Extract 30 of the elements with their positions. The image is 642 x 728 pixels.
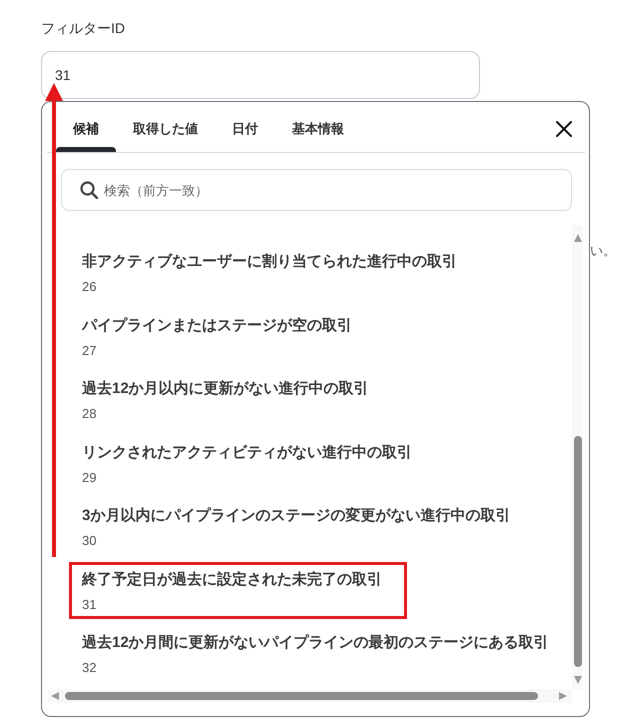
field-label: フィルターID [41, 19, 125, 38]
option-id: 26 [82, 278, 96, 296]
scroll-right-icon[interactable] [559, 692, 567, 700]
close-icon [556, 121, 572, 137]
search-icon [80, 181, 98, 199]
search-field[interactable]: 検索（前方一致） [61, 169, 572, 211]
tab[interactable]: 基本情報 [275, 102, 361, 152]
option-id: 32 [82, 659, 96, 677]
option-id: 28 [82, 405, 96, 423]
option-title[interactable]: 過去12か月以内に更新がない進行中の取引 [82, 378, 369, 400]
option-id: 31 [82, 596, 96, 614]
scroll-up-icon[interactable] [574, 234, 582, 242]
option-title[interactable]: リンクされたアクティビティがない進行中の取引 [82, 442, 412, 464]
background-text: い。 [590, 242, 616, 260]
option-id: 29 [82, 468, 96, 486]
option-id: 30 [82, 532, 96, 550]
scroll-left-icon[interactable] [51, 692, 59, 700]
scroll-down-icon[interactable] [574, 676, 582, 684]
option-id: 27 [82, 342, 96, 360]
option-title[interactable]: パイプラインまたはステージが空の取引 [82, 314, 352, 336]
filter-id-field[interactable]: 31 [41, 51, 480, 99]
option-title[interactable]: 過去12か月間に更新がないパイプラインの最初のステージにある取引 [82, 632, 549, 654]
option-title[interactable]: 非アクティブなユーザーに割り当てられた進行中の取引 [82, 251, 457, 273]
scrollbar-thumb[interactable] [65, 692, 538, 700]
tab[interactable]: 候補 [56, 102, 116, 152]
tab[interactable]: 取得した値 [116, 102, 215, 152]
tab[interactable]: 日付 [215, 102, 275, 152]
scrollbar-thumb[interactable] [574, 436, 582, 667]
option-title[interactable]: 終了予定日が過去に設定された未完了の取引 [82, 568, 382, 590]
option-title[interactable]: 3か月以内にパイプラインのステージの変更がない進行中の取引 [82, 505, 510, 527]
